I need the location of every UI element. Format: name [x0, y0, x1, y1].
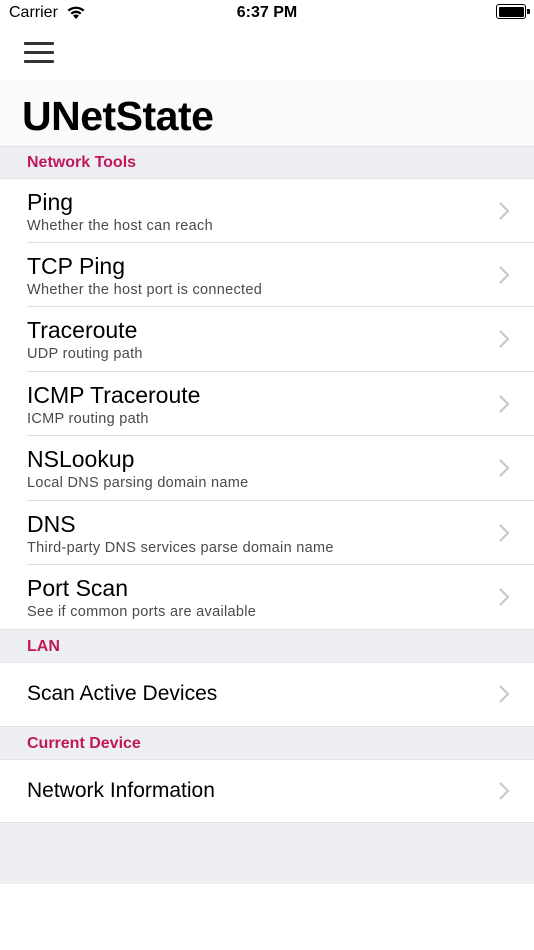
- row-subtitle: Whether the host can reach: [27, 218, 213, 234]
- row-subtitle: Whether the host port is connected: [27, 282, 263, 298]
- row-title: Scan Active Devices: [27, 682, 218, 705]
- row-network-information[interactable]: Network Information: [0, 760, 534, 822]
- table-footer: [0, 822, 534, 884]
- chevron-right-icon: [499, 202, 510, 220]
- row-traceroute[interactable]: Traceroute UDP routing path: [0, 307, 534, 372]
- chevron-right-icon: [499, 459, 510, 477]
- section-title: LAN: [27, 638, 60, 655]
- row-subtitle: Local DNS parsing domain name: [27, 475, 249, 491]
- row-dns[interactable]: DNS Third-party DNS services parse domai…: [0, 501, 534, 565]
- hamburger-menu-icon[interactable]: [24, 40, 56, 66]
- row-title: Network Information: [27, 779, 215, 802]
- chevron-right-icon: [499, 524, 510, 542]
- section-title: Current Device: [27, 735, 141, 752]
- row-ping[interactable]: Ping Whether the host can reach: [0, 179, 534, 243]
- row-title: NSLookup: [27, 446, 135, 472]
- row-scan-active-devices[interactable]: Scan Active Devices: [0, 663, 534, 726]
- row-title: ICMP Traceroute: [27, 382, 201, 408]
- chevron-right-icon: [499, 782, 510, 800]
- section-title: Network Tools: [27, 154, 137, 171]
- row-title: Ping: [27, 189, 74, 215]
- navigation-bar: [0, 26, 534, 80]
- chevron-right-icon: [499, 266, 510, 284]
- page-title: UNetState: [22, 93, 214, 139]
- clock-time: 6:37 PM: [236, 4, 298, 21]
- status-bar: Carrier 6:37 PM: [0, 0, 534, 26]
- row-icmp-traceroute[interactable]: ICMP Traceroute ICMP routing path: [0, 372, 534, 436]
- row-subtitle: ICMP routing path: [27, 411, 149, 427]
- section-header-lan: LAN: [0, 629, 534, 663]
- battery-icon: [496, 4, 530, 19]
- section-header-network-tools: Network Tools: [0, 146, 534, 179]
- row-subtitle: See if common ports are available: [27, 604, 257, 620]
- chevron-right-icon: [499, 330, 510, 348]
- row-port-scan[interactable]: Port Scan See if common ports are availa…: [0, 565, 534, 629]
- row-nslookup[interactable]: NSLookup Local DNS parsing domain name: [0, 436, 534, 501]
- row-subtitle: UDP routing path: [27, 346, 143, 362]
- chevron-right-icon: [499, 395, 510, 413]
- chevron-right-icon: [499, 685, 510, 703]
- row-title: DNS: [27, 511, 76, 537]
- chevron-right-icon: [499, 588, 510, 606]
- row-title: Port Scan: [27, 575, 128, 601]
- row-title: TCP Ping: [27, 253, 126, 279]
- row-title: Traceroute: [27, 317, 138, 343]
- title-area: UNetState: [0, 80, 534, 146]
- row-subtitle: Third-party DNS services parse domain na…: [27, 540, 334, 556]
- section-header-current-device: Current Device: [0, 726, 534, 760]
- row-tcp-ping[interactable]: TCP Ping Whether the host port is connec…: [0, 243, 534, 307]
